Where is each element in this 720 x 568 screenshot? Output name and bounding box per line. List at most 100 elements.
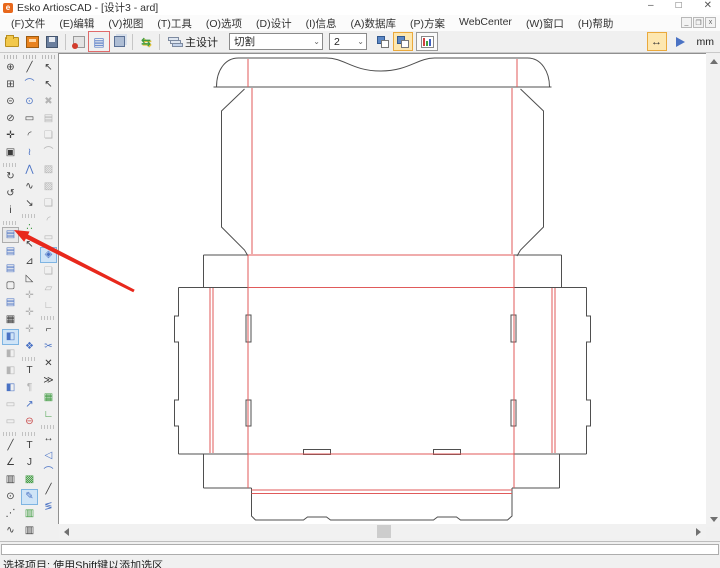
horizontal-scrollbar[interactable]	[59, 524, 706, 539]
convert-to-3d-button[interactable]	[109, 32, 129, 51]
text-tool[interactable]: T	[21, 363, 38, 379]
bridge-tool[interactable]: ▦	[40, 390, 57, 406]
menu-item[interactable]: (I)信息	[299, 15, 344, 32]
scroll-left-icon[interactable]	[64, 528, 69, 536]
fill-edge-tool[interactable]: ◧	[2, 380, 19, 396]
corner-tool[interactable]: ⌐	[40, 322, 57, 338]
menu-item[interactable]: (D)设计	[249, 15, 299, 32]
polyline-tool[interactable]: ⋀	[21, 162, 38, 178]
angle-a-tool[interactable]: ⊿	[21, 254, 38, 270]
select-multiple-tool[interactable]: ↖	[40, 77, 57, 93]
output-print-tool[interactable]: ▤	[2, 261, 19, 277]
view-mode-toggle-button[interactable]	[416, 32, 438, 51]
snap-direction-button[interactable]: ↔	[647, 32, 667, 51]
move-c-tool[interactable]: ✛	[21, 322, 38, 338]
arc-tool[interactable]: ⌒	[21, 77, 38, 93]
box-tool[interactable]: ▭	[40, 230, 57, 246]
group-b-tool[interactable]: ❏	[40, 196, 57, 212]
barcode-tool[interactable]: ▥	[21, 523, 38, 539]
scroll-right-icon[interactable]	[696, 528, 701, 536]
fill-outline-tool[interactable]: ◧	[2, 346, 19, 362]
menu-item[interactable]: (O)选项	[199, 15, 249, 32]
zoom-out-tool[interactable]: ⊝	[2, 94, 19, 110]
drawing-canvas[interactable]	[58, 53, 706, 524]
mdi-restore-button[interactable]: ❐	[693, 17, 704, 28]
open-file-button[interactable]	[2, 32, 22, 51]
main-design-button[interactable]: 主设计	[163, 32, 223, 51]
print-preview-tool[interactable]: ▦	[2, 312, 19, 328]
zoom-in-tool[interactable]: ⊕	[2, 60, 19, 76]
close-button[interactable]: ✕	[704, 0, 712, 11]
cube-3d-tool[interactable]: ◈	[40, 247, 57, 263]
mdi-close-button[interactable]: x	[705, 17, 716, 28]
info-tool[interactable]: i	[2, 203, 19, 219]
stair-step-tool[interactable]: ∟	[40, 407, 57, 423]
select-tool[interactable]: ↖	[40, 60, 57, 76]
menu-item[interactable]: WebCenter	[452, 15, 519, 32]
barcode-ap-tool[interactable]: ▥	[21, 506, 38, 522]
menu-item[interactable]: (P)方案	[403, 15, 452, 32]
leader-arrow-tool[interactable]: ↗	[21, 397, 38, 413]
line-length-tool[interactable]: ╱	[2, 438, 19, 454]
fill-region-a-tool[interactable]: ▨	[40, 162, 57, 178]
pan-tool[interactable]: ✛	[2, 128, 19, 144]
angle-b-tool[interactable]: ◺	[21, 271, 38, 287]
export-output-tool[interactable]: ▤	[2, 295, 19, 311]
rebuild-design-button[interactable]	[69, 32, 89, 51]
break-tool[interactable]: ✕	[40, 356, 57, 372]
minimize-button[interactable]: –	[648, 0, 654, 11]
point-size-dropdown[interactable]: 2 ⌄	[329, 33, 367, 50]
paragraph-tool[interactable]: ¶	[21, 380, 38, 396]
cubes-tool[interactable]: ❏	[40, 264, 57, 280]
hatch-fill-tool[interactable]: ▩	[21, 472, 38, 488]
snap-points-tool[interactable]: ∴	[21, 220, 38, 236]
fill-region-b-tool[interactable]: ▨	[40, 179, 57, 195]
dimension-oval-tool[interactable]: ⊖	[21, 414, 38, 430]
menu-item[interactable]: (E)编辑	[52, 15, 101, 32]
rotate-180-tool[interactable]: ↺	[2, 186, 19, 202]
output-to-plot-tool[interactable]: ▤	[2, 227, 19, 243]
menu-item[interactable]: (V)视图	[101, 15, 150, 32]
dimension-text-tool[interactable]: T	[21, 438, 38, 454]
palette-grip[interactable]	[42, 55, 56, 59]
vertical-scrollbar[interactable]	[706, 54, 720, 527]
extend-tool[interactable]: ≫	[40, 373, 57, 389]
run-standard-button[interactable]	[22, 32, 42, 51]
mdi-minimize-button[interactable]: _	[681, 17, 692, 28]
menu-item[interactable]: (W)窗口	[519, 15, 571, 32]
panels-tool[interactable]: ▱	[40, 281, 57, 297]
delete-tool[interactable]: ✖	[40, 94, 57, 110]
flag-button[interactable]	[671, 32, 691, 51]
convert-colors-button[interactable]: ⇆	[136, 32, 156, 51]
dimension-angle-tool[interactable]: ◁	[40, 448, 57, 464]
circle-center-tool[interactable]: ⊙	[2, 489, 19, 505]
save-button[interactable]	[42, 32, 62, 51]
menu-item[interactable]: (A)数据库	[344, 15, 404, 32]
rebuild-playback-button[interactable]: ▤	[89, 32, 109, 51]
maximize-button[interactable]: □	[676, 0, 682, 11]
circle-tool[interactable]: ⊙	[21, 94, 38, 110]
steps-tool[interactable]: ∟	[40, 298, 57, 314]
move-copy-tool[interactable]: ❖	[21, 339, 38, 355]
bezier-tool[interactable]: ≀	[21, 145, 38, 161]
move-a-tool[interactable]: ✛	[21, 288, 38, 304]
group-tool[interactable]: ❏	[40, 128, 57, 144]
palette-grip[interactable]	[23, 55, 37, 59]
hatch-tool[interactable]: ▥	[2, 472, 19, 488]
panel-a-tool[interactable]: ▭	[2, 397, 19, 413]
move-point-tool[interactable]: ↖	[21, 237, 38, 253]
menu-item[interactable]: (F)文件	[4, 15, 52, 32]
line-type-dropdown[interactable]: 切割 ⌄	[229, 33, 323, 50]
menu-item[interactable]: (H)帮助	[571, 15, 621, 32]
sine-curve-tool[interactable]: ∿	[21, 179, 38, 195]
panel-b-tool[interactable]: ▭	[2, 414, 19, 430]
fillet-tool[interactable]: ◜	[21, 128, 38, 144]
angle-measure-tool[interactable]: ∠	[2, 455, 19, 471]
italic-text-tool[interactable]: J	[21, 455, 38, 471]
fill-tool[interactable]: ◧	[2, 329, 19, 345]
horizontal-scroll-thumb[interactable]	[377, 525, 391, 538]
layer-front-button[interactable]	[393, 32, 413, 51]
trim-tool[interactable]: ✂	[40, 339, 57, 355]
move-to-layer-tool[interactable]: ▤	[40, 111, 57, 127]
menu-item[interactable]: (T)工具	[150, 15, 198, 32]
